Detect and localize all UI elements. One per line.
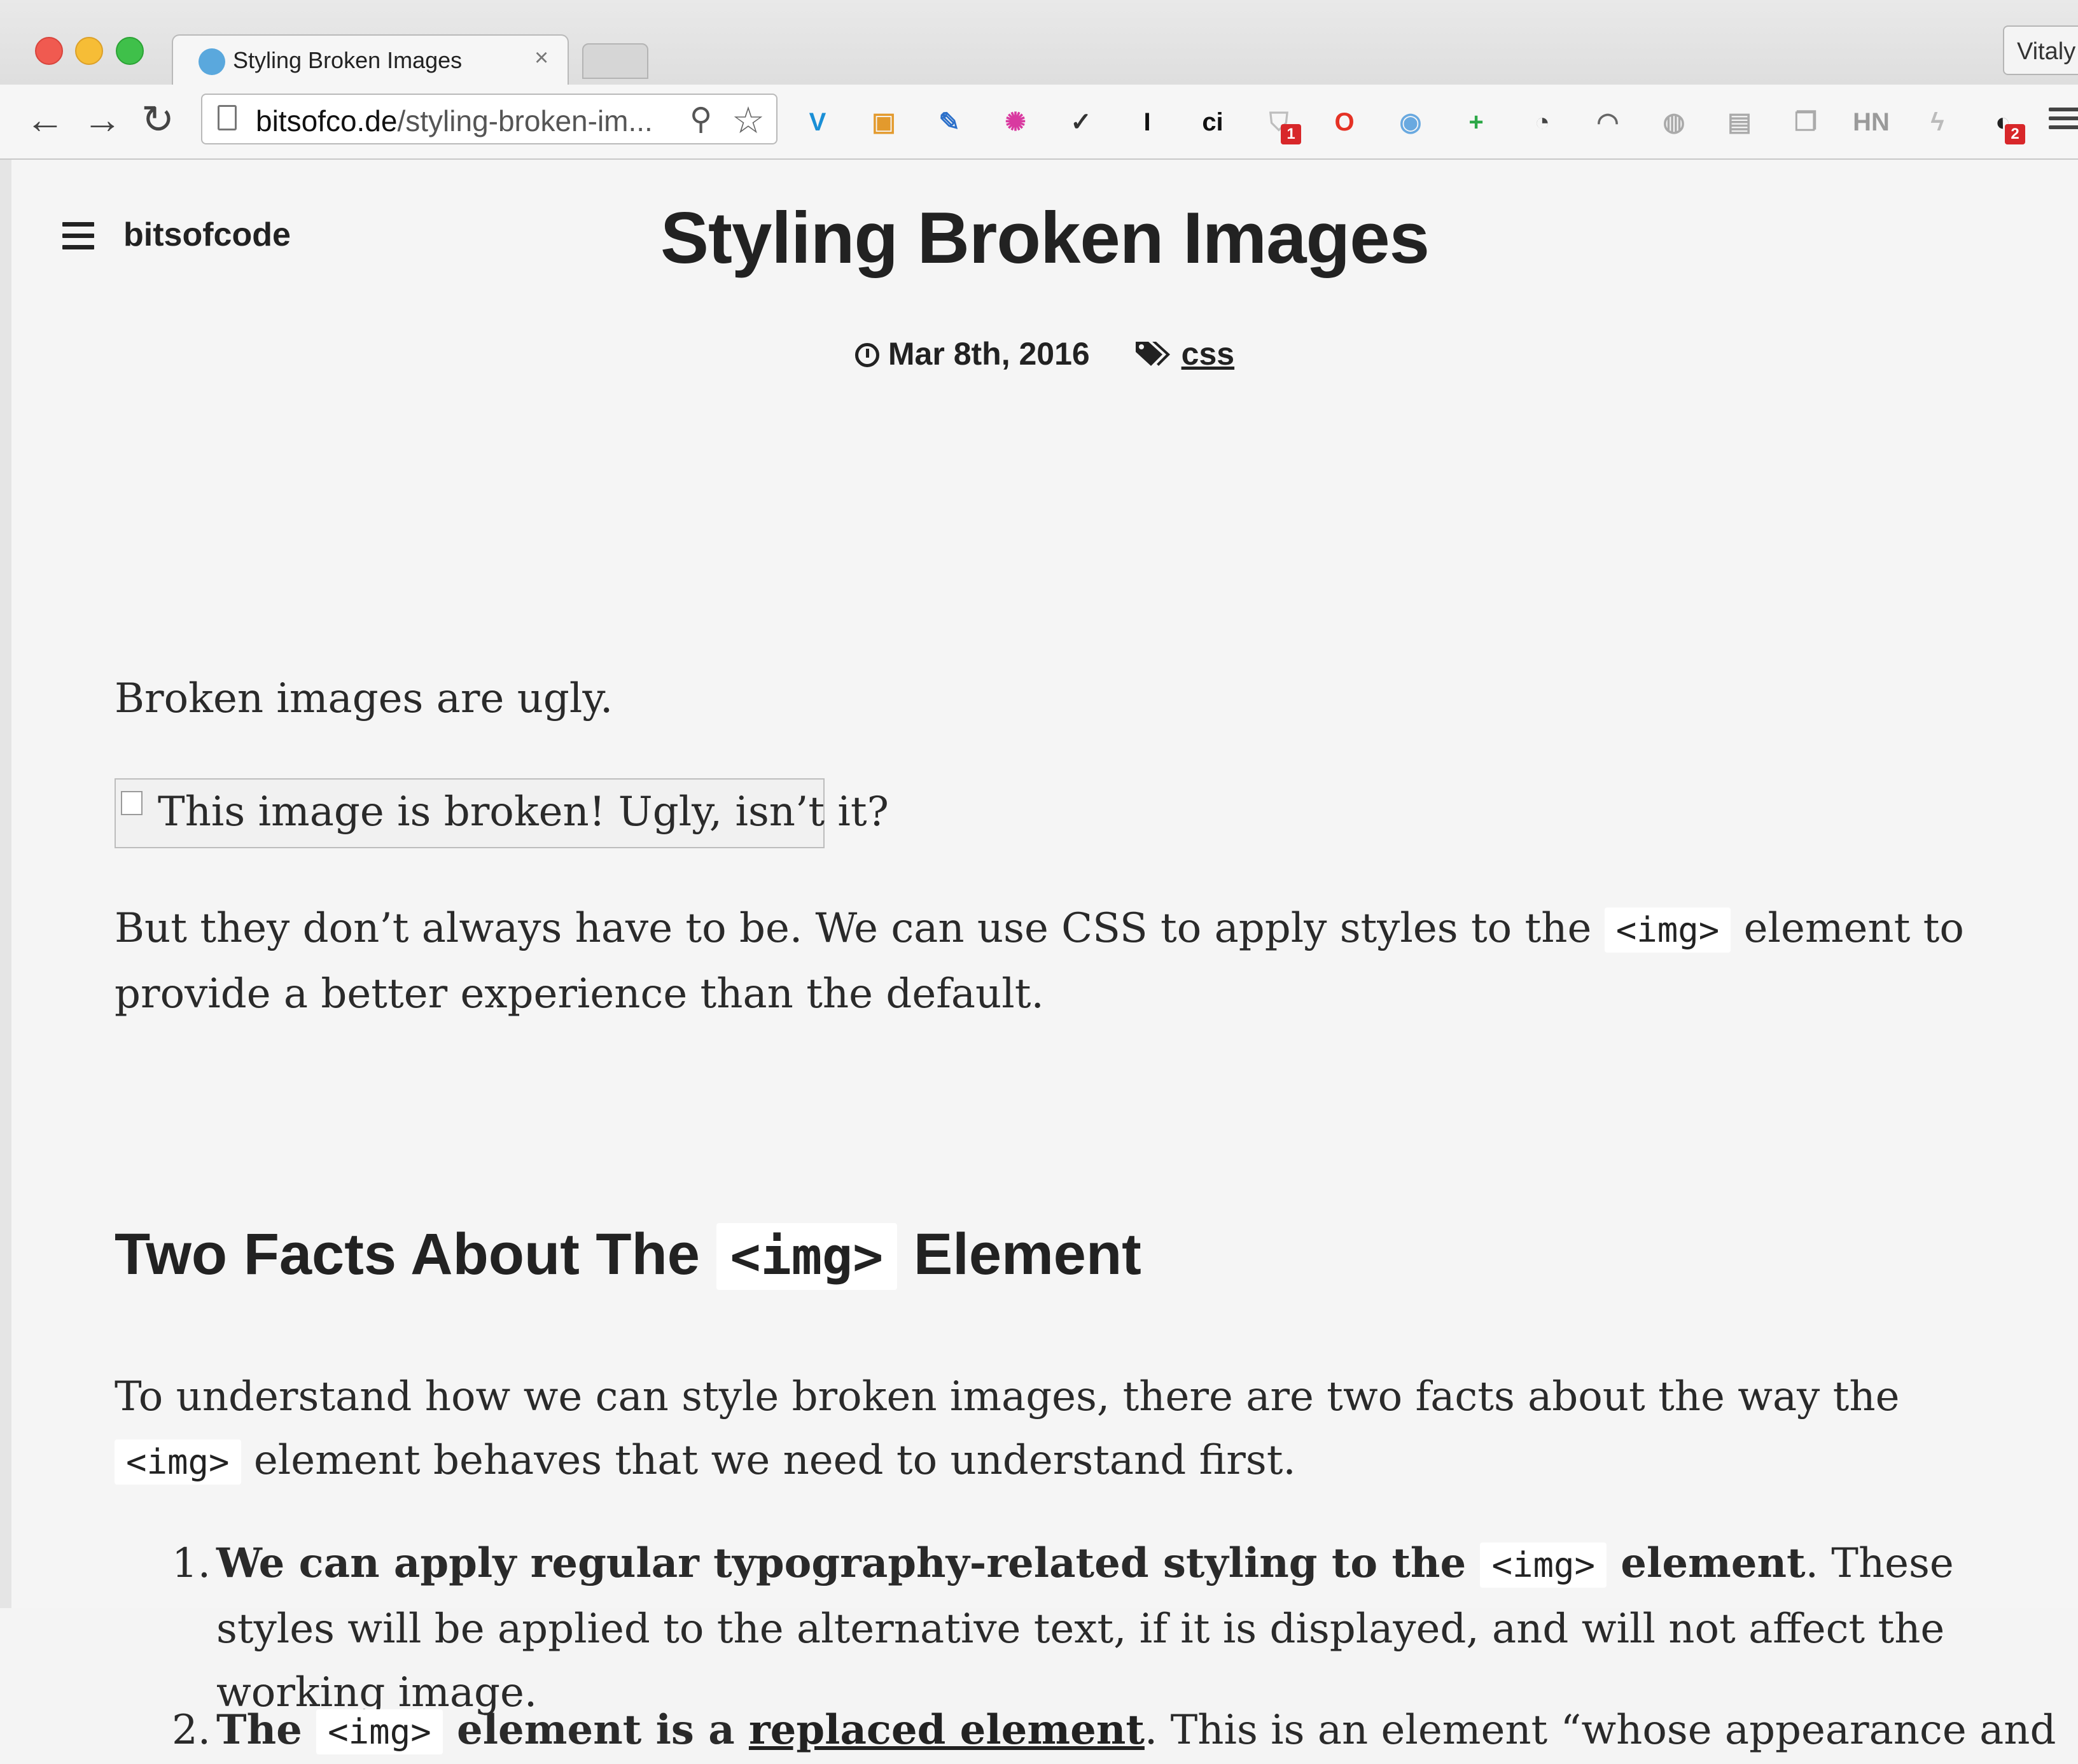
new-tab-button[interactable] [582, 43, 648, 79]
zoom-icon[interactable]: ⚲ [690, 101, 712, 137]
menu-icon[interactable] [2049, 102, 2078, 138]
window-edge [0, 160, 13, 1608]
clock-icon [854, 343, 879, 367]
list-number: 1. [172, 1540, 211, 1587]
paragraph-text: But they don’t always have to be. We can… [115, 905, 1605, 952]
address-bar[interactable]: bitsofco.de/styling-broken-im... ⚲ ☆ [201, 94, 778, 144]
paragraph-two-facts: To understand how we can style broken im… [115, 1365, 1998, 1494]
plus-extension-icon[interactable]: + [1459, 105, 1493, 139]
speedometer-icon[interactable]: ◠ [1591, 105, 1625, 139]
paragraph-text: To understand how we can style broken im… [115, 1373, 1900, 1420]
tab-styling-broken-images[interactable]: Styling Broken Images × [172, 34, 569, 87]
tab-close-icon[interactable]: × [534, 45, 548, 72]
heading-text: Two Facts About The [115, 1222, 716, 1287]
ci-icon[interactable]: ci [1196, 105, 1230, 139]
bold-text: We can apply regular typography-related … [216, 1539, 1481, 1587]
vimeo-v-icon[interactable]: V [800, 105, 835, 139]
paragraph-css-styles: But they don’t always have to be. We can… [115, 897, 1998, 1026]
page-content: bitsofcode Styling Broken Images Mar 8th… [11, 160, 2078, 1754]
reader-glasses-icon[interactable]: ◐ 2 [1986, 105, 2025, 144]
extension-badge: 2 [2005, 124, 2025, 144]
replaced-element-link[interactable]: replaced element [749, 1706, 1145, 1754]
instapaper-icon[interactable]: I [1130, 105, 1164, 139]
section-heading: Two Facts About The <img> Element [115, 1221, 1141, 1290]
hn-icon[interactable]: HN [1853, 105, 1890, 139]
zoom-window-button[interactable] [116, 37, 144, 65]
url-path: /styling-broken-im... [397, 104, 653, 137]
list-text: . This is an element “whose appearance a… [1144, 1707, 2056, 1754]
shield-icon[interactable]: ⛉ 1 [1262, 105, 1301, 144]
page-action-icon[interactable]: ▤ [1722, 105, 1757, 139]
post-title: Styling Broken Images [660, 198, 1430, 279]
globe-icon[interactable]: ◍ [1657, 105, 1691, 139]
site-favicon-icon [199, 48, 225, 75]
browser-toolbar: ← → ↻ bitsofco.de/styling-broken-im... ⚲… [0, 85, 2078, 160]
browser-titlebar: Styling Broken Images × Vitaly [0, 0, 2078, 87]
post-date: Mar 8th, 2016 [888, 336, 1090, 372]
pen-tool-icon[interactable]: ✎ [932, 105, 966, 139]
forward-arrow-icon[interactable]: → [83, 97, 122, 143]
back-arrow-icon[interactable]: ← [25, 97, 65, 143]
bold-text: element [1607, 1539, 1806, 1587]
intro-paragraph: Broken images are ugly. [115, 675, 613, 722]
profile-name: Vitaly [2017, 38, 2076, 65]
camera-icon[interactable]: ◉ [1393, 105, 1428, 139]
minimize-window-button[interactable] [75, 37, 103, 65]
tag-icon [1135, 342, 1170, 366]
inline-code: <img> [1604, 907, 1731, 953]
tab-title: Styling Broken Images [233, 47, 463, 73]
bold-text: The [216, 1706, 317, 1754]
copy-icon[interactable]: ❐ [1789, 105, 1823, 139]
broken-image-alt-text: This image is broken! Ugly, isn’t it? [158, 788, 889, 836]
inline-code: <img> [316, 1709, 443, 1754]
list-item: 2. The <img> element is a replaced elemen… [172, 1698, 2061, 1764]
lightning-icon[interactable]: ϟ [1920, 105, 1955, 139]
paragraph-text: element behaves that we need to understa… [241, 1437, 1296, 1484]
checkmark-app-icon[interactable]: ✓ [1064, 105, 1098, 139]
heading-text: Element [897, 1222, 1141, 1287]
url-text[interactable]: bitsofco.de/styling-broken-im... [256, 104, 653, 138]
close-window-button[interactable] [35, 37, 63, 65]
url-domain: bitsofco.de [256, 104, 398, 137]
reload-icon[interactable]: ↻ [141, 97, 174, 143]
inline-code: <img> [1480, 1543, 1607, 1588]
timer-icon[interactable]: ◔ [1525, 105, 1559, 139]
list-number: 2. [172, 1707, 211, 1754]
post-meta: Mar 8th, 2016 css [11, 335, 2078, 372]
extension-badge: 1 [1281, 124, 1301, 144]
tag-link-css[interactable]: css [1182, 336, 1234, 372]
profile-button[interactable]: Vitaly [2003, 25, 2078, 75]
list-item: 1. We can apply regular typography-relate… [172, 1532, 2061, 1725]
package-icon[interactable]: ▣ [867, 105, 901, 139]
bold-text: element is a [442, 1706, 749, 1754]
bookmark-star-icon[interactable]: ☆ [732, 99, 765, 142]
inline-code: <img> [115, 1439, 241, 1485]
opera-icon[interactable]: O [1327, 105, 1362, 139]
broken-image-icon [121, 791, 143, 815]
broken-image: This image is broken! Ugly, isn’t it? [115, 778, 889, 848]
page-icon [218, 105, 237, 130]
color-wheel-icon[interactable]: ✺ [998, 105, 1033, 139]
inline-code: <img> [716, 1223, 898, 1290]
